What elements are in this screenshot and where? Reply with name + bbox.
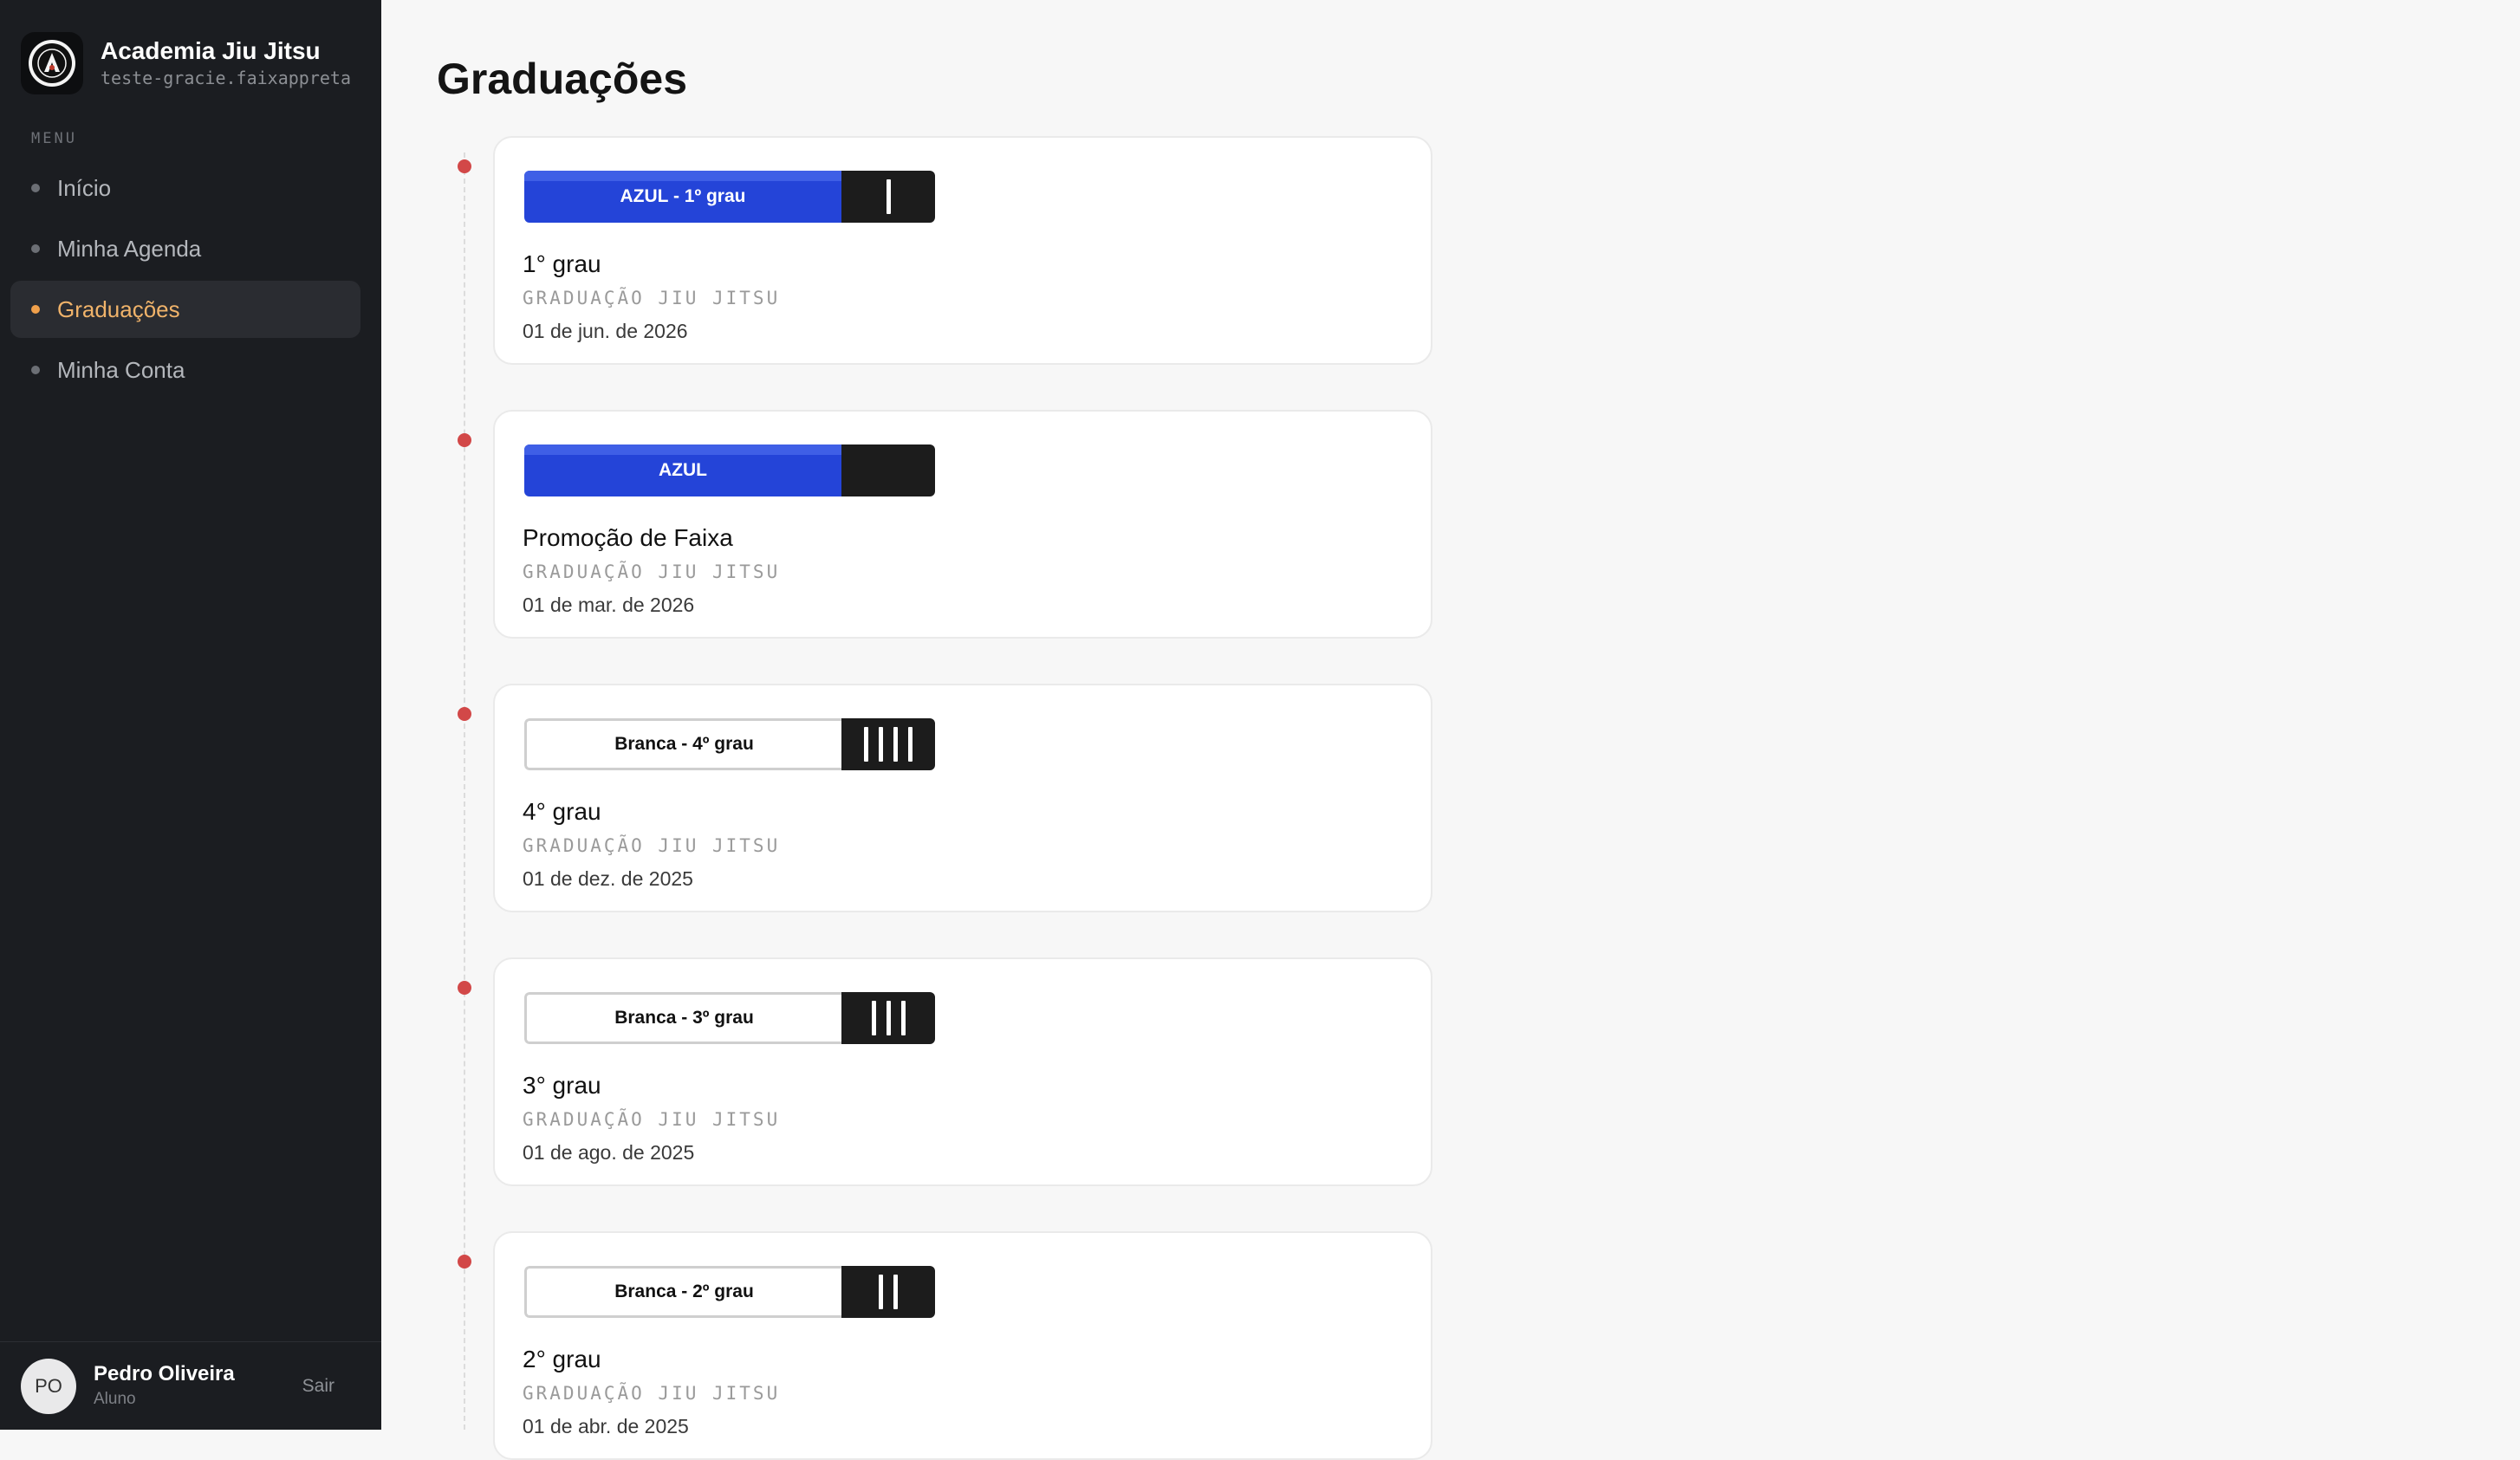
belt-label: Branca - 4º grau bbox=[614, 734, 754, 754]
graduation-title: Promoção de Faixa bbox=[523, 524, 733, 551]
graduation-date: 01 de jun. de 2026 bbox=[523, 320, 688, 342]
sidebar-item-agenda[interactable]: Minha Agenda bbox=[10, 220, 360, 277]
sidebar-item-conta[interactable]: Minha Conta bbox=[10, 341, 360, 399]
belt-graphic: AZUL bbox=[524, 444, 935, 496]
user-role: Aluno bbox=[94, 1389, 136, 1408]
brand-name: Academia Jiu Jitsu bbox=[101, 37, 321, 64]
belt-graphic: AZUL - 1º grau bbox=[524, 171, 935, 223]
graduation-card[interactable]: Branca - 2º grau 2° grau GRADUAÇÃO JIU JIT… bbox=[493, 1231, 1432, 1460]
menu-label: MENU bbox=[31, 130, 77, 147]
avatar[interactable]: PO bbox=[21, 1358, 76, 1414]
belt-color-band: Branca - 4º grau bbox=[524, 718, 841, 770]
graduation-category: GRADUAÇÃO JIU JITSU bbox=[523, 1109, 781, 1130]
degree-stripe bbox=[893, 1275, 898, 1309]
belt-tip bbox=[841, 992, 935, 1044]
brand-domain: teste-gracie.faixappreta bbox=[101, 68, 351, 88]
timeline-line bbox=[464, 152, 465, 1430]
belt-graphic: Branca - 2º grau bbox=[524, 1266, 935, 1318]
logout-button[interactable]: Sair bbox=[302, 1376, 334, 1397]
sidebar: Academia Jiu Jitsu teste-gracie.faixappr… bbox=[0, 0, 381, 1430]
page-title: Graduações bbox=[437, 55, 688, 103]
degree-stripe bbox=[900, 1001, 906, 1035]
sidebar-item-label: Graduações bbox=[57, 295, 180, 322]
degree-stripe bbox=[893, 727, 898, 762]
belt-label: AZUL - 1º grau bbox=[620, 186, 746, 206]
bullet-icon bbox=[31, 366, 40, 374]
belt-color-band: AZUL - 1º grau bbox=[524, 171, 841, 223]
graduation-date: 01 de mar. de 2026 bbox=[523, 594, 695, 616]
bullet-icon bbox=[31, 184, 40, 192]
graduation-title: 3° grau bbox=[523, 1072, 601, 1099]
degree-stripe bbox=[886, 1001, 891, 1035]
graduation-card[interactable]: AZUL Promoção de Faixa GRADUAÇÃO JIU JITSU… bbox=[493, 410, 1432, 639]
belt-graphic: Branca - 4º grau bbox=[524, 718, 935, 770]
sidebar-item-label: Minha Agenda bbox=[57, 235, 202, 262]
sidebar-item-label: Minha Conta bbox=[57, 356, 185, 383]
graduation-title: 2° grau bbox=[523, 1346, 601, 1372]
graduation-category: GRADUAÇÃO JIU JITSU bbox=[523, 288, 781, 308]
belt-tip bbox=[841, 171, 935, 223]
sidebar-nav: Início Minha Agenda Graduações Minha Conta bbox=[10, 159, 360, 402]
graduation-category: GRADUAÇÃO JIU JITSU bbox=[523, 1383, 781, 1404]
belt-color-band: Branca - 2º grau bbox=[524, 1266, 841, 1318]
degree-stripe bbox=[864, 727, 868, 762]
belt-label: Branca - 3º grau bbox=[614, 1008, 754, 1028]
bullet-icon bbox=[31, 244, 40, 253]
degree-stripe bbox=[908, 727, 913, 762]
belt-color-band: AZUL bbox=[524, 444, 841, 496]
belt-graphic: Branca - 3º grau bbox=[524, 992, 935, 1044]
sidebar-item-inicio[interactable]: Início bbox=[10, 159, 360, 217]
graduation-title: 4° grau bbox=[523, 798, 601, 825]
timeline-dot bbox=[458, 159, 471, 173]
graduation-date: 01 de abr. de 2025 bbox=[523, 1415, 689, 1437]
degree-stripe bbox=[879, 727, 883, 762]
belt-tip bbox=[841, 1266, 935, 1318]
brand[interactable]: Academia Jiu Jitsu teste-gracie.faixappr… bbox=[21, 32, 351, 94]
timeline-dot bbox=[458, 1255, 471, 1269]
timeline-dot bbox=[458, 981, 471, 995]
graduation-title: 1° grau bbox=[523, 250, 601, 277]
graduation-card[interactable]: Branca - 3º grau 3° grau GRADUAÇÃO JIU JIT… bbox=[493, 957, 1432, 1186]
belt-label: AZUL bbox=[659, 460, 707, 480]
bullet-icon bbox=[31, 305, 40, 314]
user-name: Pedro Oliveira bbox=[94, 1361, 235, 1385]
belt-tip bbox=[841, 444, 935, 496]
degree-stripe bbox=[871, 1001, 876, 1035]
timeline-dot bbox=[458, 433, 471, 447]
belt-color-band: Branca - 3º grau bbox=[524, 992, 841, 1044]
graduation-card[interactable]: AZUL - 1º grau 1° grau GRADUAÇÃO JIU JITSU… bbox=[493, 136, 1432, 365]
belt-tip bbox=[841, 718, 935, 770]
graduation-category: GRADUAÇÃO JIU JITSU bbox=[523, 835, 781, 856]
degree-stripe bbox=[879, 1275, 883, 1309]
graduation-card[interactable]: Branca - 4º grau 4° grau GRADUAÇÃO JIU JIT… bbox=[493, 684, 1432, 912]
sidebar-item-label: Início bbox=[57, 174, 112, 201]
timeline-dot bbox=[458, 707, 471, 721]
sidebar-item-graduacoes[interactable]: Graduações bbox=[10, 281, 360, 338]
academy-logo-icon bbox=[21, 32, 83, 94]
degree-stripe bbox=[886, 179, 891, 214]
belt-label: Branca - 2º grau bbox=[614, 1282, 754, 1301]
graduation-category: GRADUAÇÃO JIU JITSU bbox=[523, 561, 781, 582]
graduation-date: 01 de dez. de 2025 bbox=[523, 867, 693, 890]
user-footer: PO Pedro Oliveira Aluno Sair bbox=[0, 1341, 381, 1430]
graduation-date: 01 de ago. de 2025 bbox=[523, 1141, 695, 1164]
